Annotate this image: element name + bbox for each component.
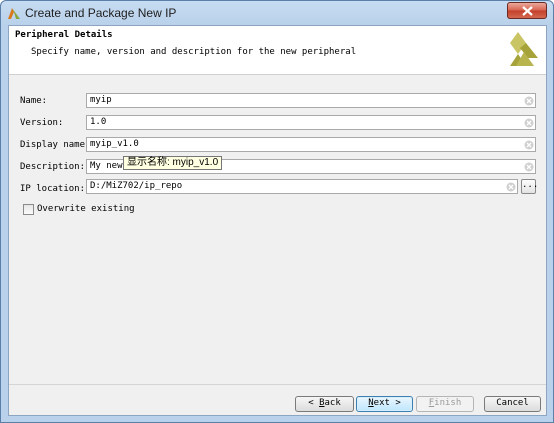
dialog-window: Create and Package New IP Peripheral Det… (0, 0, 554, 423)
cancel-button[interactable]: Cancel (484, 396, 541, 412)
ip-location-field[interactable]: D:/MiZ702/ip_repo (86, 179, 518, 194)
footer-divider (9, 384, 546, 385)
clear-icon[interactable] (506, 182, 516, 192)
page-title: Peripheral Details (15, 30, 113, 40)
close-button[interactable] (507, 2, 547, 19)
overwrite-checkbox[interactable] (23, 204, 34, 215)
back-button[interactable]: < Back (295, 396, 354, 412)
clear-icon[interactable] (524, 118, 534, 128)
description-value: My new (90, 161, 123, 171)
tooltip: 显示名称: myip_v1.0 (123, 156, 223, 170)
clear-icon[interactable] (524, 96, 534, 106)
name-label: Name: (20, 96, 48, 106)
browse-button[interactable]: ... (521, 179, 538, 194)
version-label: Version: (20, 118, 64, 128)
page-description: Specify name, version and description fo… (31, 47, 357, 57)
display-name-value: myip_v1.0 (90, 139, 139, 149)
display-name-label: Display name: (20, 140, 91, 150)
name-field[interactable]: myip (86, 93, 536, 108)
display-name-field[interactable]: myip_v1.0 (86, 137, 536, 152)
version-value: 1.0 (90, 117, 107, 127)
name-value: myip (90, 95, 112, 105)
title-bar[interactable]: Create and Package New IP (1, 1, 553, 25)
ip-location-label: IP location: (20, 184, 86, 194)
ip-location-value: D:/MiZ702/ip_repo (90, 181, 183, 191)
header-panel: Peripheral Details Specify name, version… (9, 26, 546, 75)
close-icon (522, 6, 533, 16)
clear-icon[interactable] (524, 140, 534, 150)
clear-icon[interactable] (524, 162, 534, 172)
window-title: Create and Package New IP (25, 6, 177, 20)
overwrite-label[interactable]: Overwrite existing (37, 204, 135, 214)
xilinx-logo-icon (510, 32, 538, 66)
vivado-logo-icon (8, 8, 20, 19)
dialog-content: Peripheral Details Specify name, version… (8, 25, 547, 416)
version-field[interactable]: 1.0 (86, 115, 536, 130)
finish-button: Finish (416, 396, 474, 412)
next-button[interactable]: Next > (356, 396, 413, 412)
description-label: Description: (20, 162, 86, 172)
